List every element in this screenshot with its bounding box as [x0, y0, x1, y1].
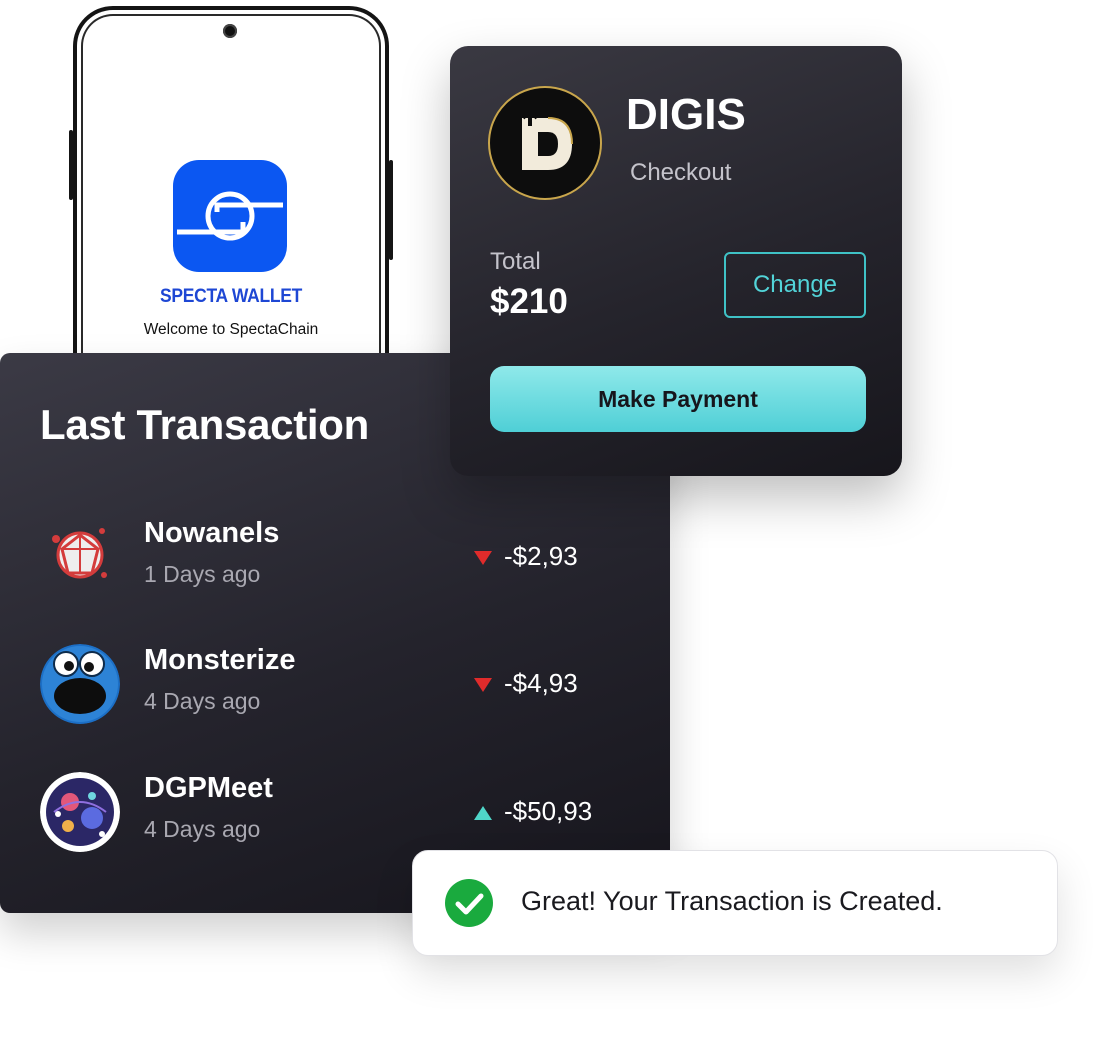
welcome-text: Welcome to SpectaChain	[143, 321, 319, 338]
success-toast: Great! Your Transaction is Created.	[412, 850, 1058, 956]
check-circle-icon	[445, 879, 493, 927]
transaction-row[interactable]: Nowanels 1 Days ago -$2,93	[40, 517, 640, 601]
geometric-sphere-avatar	[40, 517, 120, 597]
toast-message: Great! Your Transaction is Created.	[521, 886, 943, 916]
total-value: $210	[490, 282, 568, 321]
checkout-card: DIGIS Checkout Total $210 Change Make Pa…	[450, 46, 902, 476]
merchant-name: DIGIS	[626, 90, 746, 139]
change-button[interactable]: Change	[724, 252, 866, 318]
transaction-amount-container: -$4,93	[472, 668, 578, 699]
total-label: Total	[490, 248, 541, 275]
transaction-name: Monsterize	[144, 644, 296, 676]
cosmic-avatar	[40, 772, 120, 852]
transaction-name: Nowanels	[144, 517, 280, 549]
transaction-time: 4 Days ago	[144, 816, 261, 842]
make-payment-button[interactable]: Make Payment	[490, 366, 866, 432]
transaction-time: 1 Days ago	[144, 561, 261, 587]
specta-wallet-logo-icon[interactable]	[173, 160, 287, 272]
phone-side-button	[389, 160, 393, 260]
arrow-down-icon	[474, 551, 492, 566]
arrow-down-icon	[474, 678, 492, 693]
arrow-up-icon	[474, 806, 492, 821]
card-title: Last Transaction	[40, 401, 369, 448]
transaction-time: 4 Days ago	[144, 688, 261, 714]
transaction-amount-container: -$2,93	[472, 541, 578, 572]
checkout-subtitle: Checkout	[630, 159, 732, 186]
transaction-name: DGPMeet	[144, 772, 273, 804]
cookie-monster-avatar	[40, 644, 120, 724]
phone-side-button	[69, 130, 73, 200]
app-title: SPECTA WALLET	[159, 286, 303, 307]
transaction-amount: -$50,93	[504, 796, 593, 826]
camera-icon	[223, 24, 237, 38]
transaction-amount: -$2,93	[504, 541, 578, 571]
digis-logo-icon	[488, 86, 602, 200]
transaction-amount-container: -$50,93	[472, 796, 592, 827]
transaction-amount: -$4,93	[504, 668, 578, 698]
transaction-row[interactable]: DGPMeet 4 Days ago -$50,93	[40, 772, 640, 856]
transaction-row[interactable]: Monsterize 4 Days ago -$4,93	[40, 644, 640, 728]
